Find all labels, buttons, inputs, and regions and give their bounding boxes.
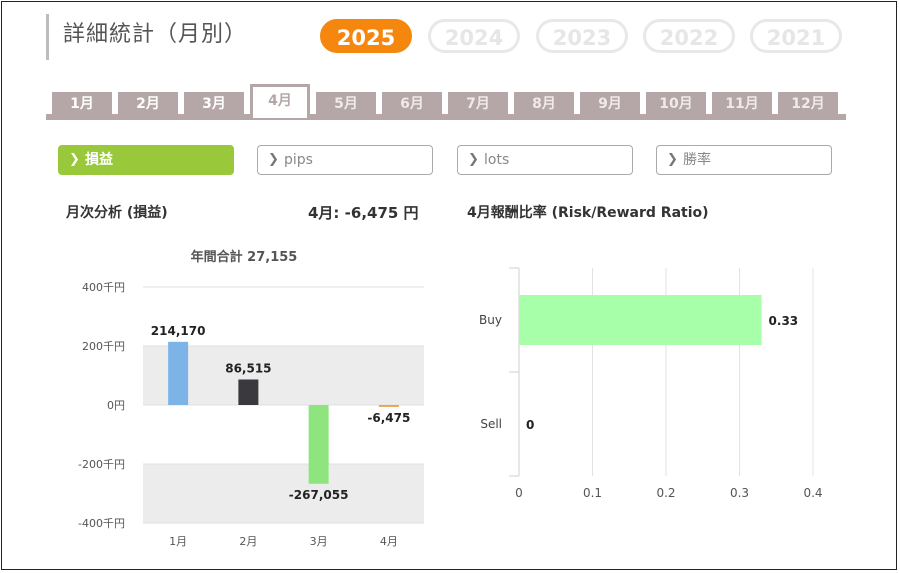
bar-3 (308, 405, 329, 484)
bar-buy (519, 295, 762, 345)
filter-button-profit[interactable]: ❯ 損益 (58, 145, 234, 175)
data-label: -6,475 (367, 411, 410, 425)
x-tick-label: 4月 (380, 535, 398, 548)
chevron-right-icon: ❯ (268, 152, 279, 167)
data-label: 0.33 (769, 314, 799, 328)
chevron-right-icon: ❯ (667, 152, 678, 167)
y-tick-label: 400千円 (82, 281, 125, 294)
year-button-2024[interactable]: 2024 (428, 19, 520, 53)
x-tick-label: 3月 (310, 535, 328, 548)
year-button-2022[interactable]: 2022 (643, 19, 735, 53)
rr-heading: 4月報酬比率 (Risk/Reward Ratio) (467, 205, 709, 221)
data-label: 214,170 (151, 324, 206, 338)
y-tick-label: Sell (480, 417, 502, 431)
tab-month-5[interactable]: 5月 (316, 92, 376, 116)
tab-month-10[interactable]: 10月 (646, 92, 706, 116)
chevron-right-icon: ❯ (69, 152, 80, 167)
y-tick-label: 0円 (107, 399, 125, 412)
chart-band (143, 464, 424, 523)
tab-month-6[interactable]: 6月 (382, 92, 442, 116)
filter-label: pips (284, 152, 313, 168)
month-summary-value: 4月: -6,475 円 (308, 204, 419, 222)
bar-1 (168, 341, 189, 405)
filter-button-lots[interactable]: ❯ lots (457, 145, 633, 175)
tab-month-8[interactable]: 8月 (514, 92, 574, 116)
year-button-2023[interactable]: 2023 (536, 19, 628, 53)
bar-2 (238, 379, 259, 405)
tab-month-1[interactable]: 1月 (52, 92, 112, 116)
tab-month-11[interactable]: 11月 (712, 92, 772, 116)
x-tick-label: 0 (515, 486, 523, 500)
x-tick-label: 0.4 (803, 486, 822, 500)
x-tick-label: 0.3 (730, 486, 749, 500)
tab-month-9[interactable]: 9月 (580, 92, 640, 116)
x-tick-label: 0.1 (583, 486, 602, 500)
tab-month-2[interactable]: 2月 (118, 92, 178, 116)
year-button-2025[interactable]: 2025 (320, 19, 412, 53)
x-tick-label: 0.2 (656, 486, 675, 500)
tab-month-3[interactable]: 3月 (184, 92, 244, 116)
tab-month-4[interactable]: 4月 (250, 84, 310, 118)
y-tick-label: -200千円 (78, 458, 125, 471)
y-tick-label: 200千円 (82, 340, 125, 353)
monthly-analysis-heading: 月次分析 (損益) (66, 205, 168, 221)
risk-reward-chart: 0 0.1 0.2 0.3 0.4 Buy 0.33 Sell 0 (479, 267, 823, 500)
x-tick-label: 1月 (169, 535, 187, 548)
month-tabs: 1月 2月 3月 4月 5月 6月 7月 8月 9月 10月 11月 12月 (46, 84, 846, 122)
tab-month-7[interactable]: 7月 (448, 92, 508, 116)
chevron-right-icon: ❯ (468, 152, 479, 167)
y-tick-label: Buy (479, 313, 502, 327)
bar-4 (378, 405, 399, 407)
filter-label: 勝率 (683, 152, 711, 168)
chart-title: 年間合計 27,155 (191, 249, 298, 265)
tab-month-12[interactable]: 12月 (778, 92, 838, 116)
data-label: -267,055 (289, 488, 349, 502)
data-label: 86,515 (225, 361, 271, 375)
year-button-2021[interactable]: 2021 (750, 19, 842, 53)
monthly-profit-chart: 400千円 200千円 0円 -200千円 -400千円 年間合計 27,155 214,1… (78, 249, 424, 548)
filter-button-pips[interactable]: ❯ pips (257, 145, 433, 175)
x-tick-label: 2月 (239, 535, 257, 548)
filter-button-winrate[interactable]: ❯ 勝率 (656, 145, 832, 175)
page-title: 詳細統計（月別） (46, 14, 247, 60)
filter-label: 損益 (85, 152, 113, 168)
y-tick-label: -400千円 (78, 517, 125, 530)
data-label: 0 (526, 418, 534, 432)
filter-label: lots (484, 152, 510, 168)
